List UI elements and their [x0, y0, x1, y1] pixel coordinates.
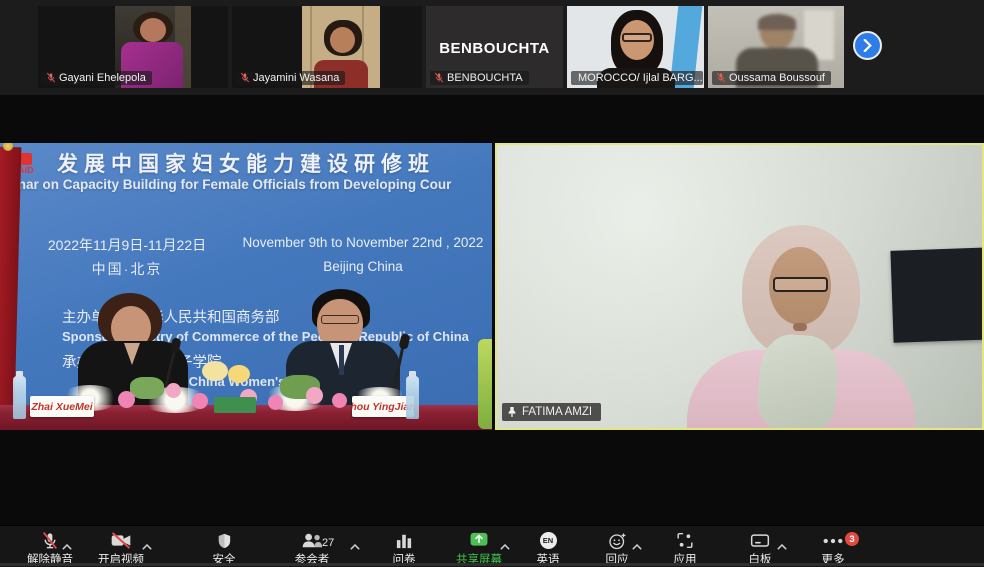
participant-name: Jayamini Wasana	[253, 72, 339, 84]
participants-count: 27	[322, 537, 334, 549]
participant-name: Gayani Ehelepola	[59, 72, 146, 84]
pin-icon	[507, 406, 517, 418]
participant-name-label: Oussama Boussouf	[712, 71, 831, 85]
interpretation-button[interactable]: EN 英语	[516, 531, 580, 567]
participants-strip: Gayani Ehelepola Jayamini Wasana BENBOUC…	[0, 0, 984, 95]
speaker-mouth	[793, 323, 807, 331]
flower	[130, 377, 164, 399]
flower	[306, 387, 323, 404]
participant-name-label: BENBOUCHTA	[430, 71, 529, 85]
microphone	[399, 333, 411, 350]
seminar-date-cn: 2022年11月9日-11月22日	[42, 235, 212, 255]
polls-button[interactable]: 问卷	[372, 531, 436, 567]
shared-screen-video[interactable]: AID 发展中国家妇女能力建设研修班 minar on Capacity Bui…	[0, 143, 492, 430]
unmute-button[interactable]: 解除静音	[18, 531, 82, 567]
person-face	[330, 27, 355, 53]
camera-off-icon	[110, 532, 132, 549]
participants-icon	[301, 532, 323, 549]
mic-muted-icon	[40, 531, 60, 550]
active-speaker-video[interactable]: FATIMA AMZI	[495, 143, 984, 430]
host-line-cn: 主办单位：中华人民共和国商务部	[62, 306, 280, 327]
reactions-smiley-icon	[608, 532, 627, 550]
pinned-speaker-label: FATIMA AMZI	[502, 403, 601, 421]
speaker-glasses	[773, 277, 828, 292]
participant-display-name: BENBOUCHTA	[426, 40, 563, 57]
share-options-chevron[interactable]	[500, 538, 510, 546]
speaker-scarf	[756, 332, 840, 430]
wall-tv	[890, 247, 984, 343]
participant-name: MOROCCO/ Ijlal BARG...	[578, 72, 703, 84]
china-aid-logo-mark	[20, 153, 32, 165]
whiteboard-icon	[750, 533, 770, 549]
security-button[interactable]: 安全	[192, 531, 256, 567]
share-screen-icon	[468, 532, 490, 549]
plant	[478, 339, 492, 429]
seminar-title-cn: 发展中国家妇女能力建设研修班	[0, 148, 492, 178]
water-bottle	[406, 376, 419, 419]
apps-icon	[676, 532, 694, 549]
flag	[0, 147, 21, 407]
reactions-options-chevron[interactable]	[632, 538, 642, 546]
person-glasses	[622, 33, 652, 42]
video-tile[interactable]: Gayani Ehelepola	[38, 6, 228, 88]
flower	[166, 383, 181, 398]
nameplate-left: Zhai XueMei	[30, 396, 94, 417]
video-tile[interactable]: BENBOUCHTA BENBOUCHTA	[426, 6, 563, 88]
participant-name: Oussama Boussouf	[729, 72, 825, 84]
shield-icon	[216, 532, 233, 550]
water-bottle	[13, 376, 26, 419]
participant-name-label: Jayamini Wasana	[236, 71, 345, 85]
participant-name-label: MOROCCO/ Ijlal BARG...	[571, 71, 703, 85]
seminar-date-en: November 9th to November 22nd , 2022	[238, 235, 488, 250]
window-bottom-edge	[0, 563, 984, 566]
flower	[192, 393, 208, 409]
participants-button[interactable]: 参会者	[280, 531, 344, 567]
next-page-button[interactable]	[853, 31, 882, 60]
speaker-right-glasses	[321, 315, 359, 324]
more-dots-icon	[823, 538, 843, 544]
meeting-toolbar: 解除静音 开启视频 安全 参会者 27 问卷 共享屏幕 EN 英语	[0, 525, 984, 567]
mic-muted-icon	[46, 72, 56, 84]
seminar-location-en: Beijing China	[238, 259, 488, 274]
more-button[interactable]: 更多 3	[801, 531, 865, 567]
flower	[118, 391, 135, 408]
poll-bars-icon	[395, 533, 413, 549]
flower	[228, 365, 250, 383]
mic-muted-icon	[240, 72, 250, 84]
unmute-options-chevron[interactable]	[62, 538, 72, 546]
flower	[268, 395, 283, 410]
video-tile[interactable]: Jayamini Wasana	[232, 6, 422, 88]
china-aid-logo-text: AID	[18, 165, 40, 175]
interpretation-en-icon: EN	[540, 532, 557, 549]
participants-options-chevron[interactable]	[350, 538, 360, 546]
person-face	[140, 18, 166, 42]
flower	[332, 393, 347, 408]
more-notification-badge: 3	[845, 532, 859, 546]
person-hair	[758, 14, 796, 30]
participant-name-label: Gayani Ehelepola	[42, 71, 152, 85]
video-tile[interactable]: Oussama Boussouf	[708, 6, 844, 88]
flower	[202, 361, 228, 381]
participant-name: BENBOUCHTA	[447, 72, 523, 84]
flower-arrangement	[110, 367, 340, 415]
apps-button[interactable]: 应用	[653, 531, 717, 567]
mic-muted-icon	[716, 72, 726, 84]
seminar-title-en: minar on Capacity Building for Female Of…	[2, 177, 451, 192]
zoom-meeting-window: Gayani Ehelepola Jayamini Wasana BENBOUC…	[0, 0, 984, 567]
flower-box	[214, 397, 256, 413]
chevron-right-icon	[862, 39, 873, 52]
whiteboard-options-chevron[interactable]	[777, 538, 787, 546]
mic-muted-icon	[434, 72, 444, 84]
speaker-name: FATIMA AMZI	[522, 406, 592, 418]
seminar-location-cn: 中国·北京	[42, 259, 212, 279]
video-options-chevron[interactable]	[142, 538, 152, 546]
nameplate-right: Zhou YingJiang	[352, 396, 414, 417]
video-tile[interactable]: MOROCCO/ Ijlal BARG...	[567, 6, 704, 88]
